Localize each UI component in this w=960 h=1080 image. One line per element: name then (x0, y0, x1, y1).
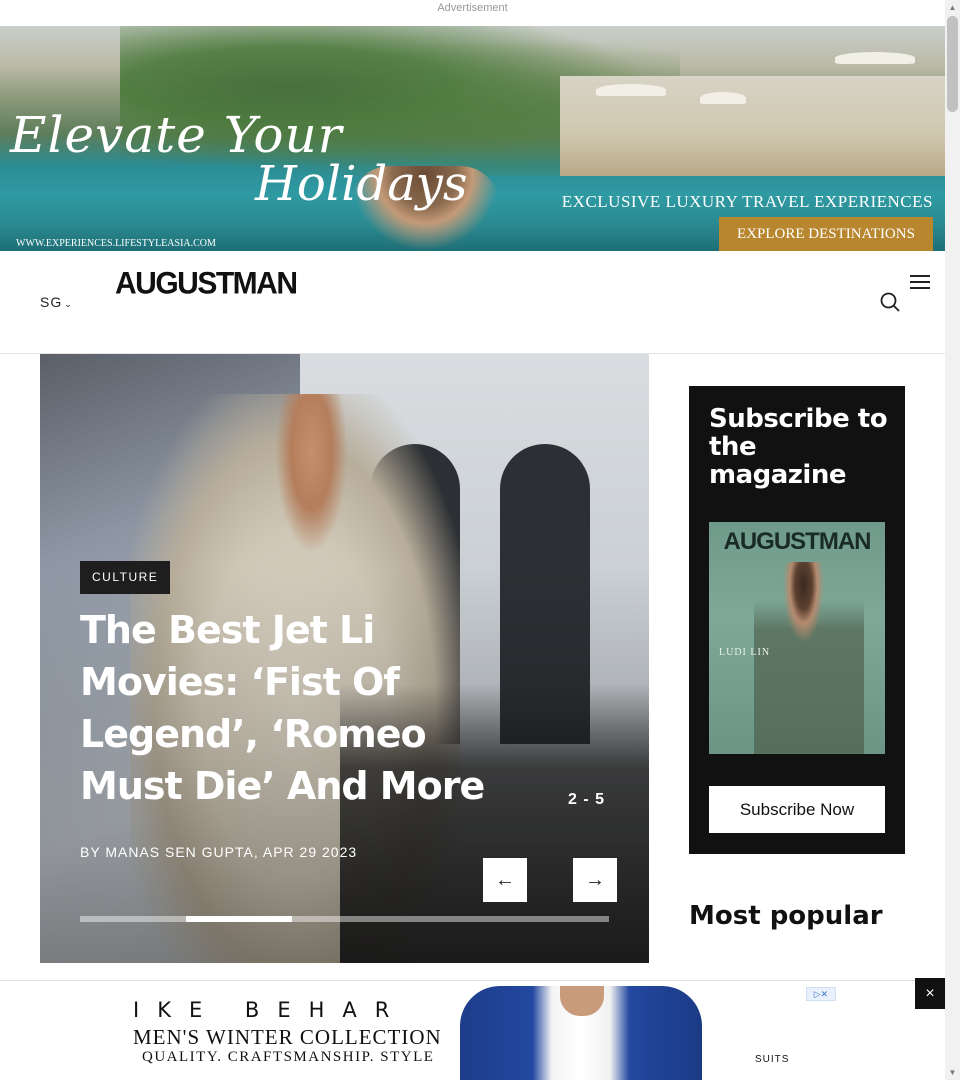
page: Advertisement Elevate Your Holidays EXCL… (0, 0, 960, 1080)
region-selector[interactable]: SG ⌄ (40, 294, 73, 310)
umbrella-icon (700, 92, 746, 104)
umbrella-icon (835, 52, 915, 64)
scroll-up-arrow-icon[interactable]: ▲ (948, 3, 957, 12)
slide-counter: 2 - 5 (568, 791, 606, 808)
ad-brand: IKE BEHAR (133, 998, 408, 1022)
ad-script-line2: Holidays (255, 156, 468, 212)
close-icon: × (925, 985, 935, 1002)
ad-url: WWW.EXPERIENCES.LIFESTYLEASIA.COM (16, 238, 216, 249)
bottom-banner-ad[interactable]: IKE BEHAR MEN'S WINTER COLLECTION QUALIT… (0, 980, 945, 1080)
subscribe-widget: Subscribe to the magazine AUGUSTMAN LUDI… (689, 386, 905, 854)
hero-byline: BY MANAS SEN GUPTA, APR 29 2023 (80, 844, 358, 860)
most-popular-heading: Most popular (689, 901, 883, 931)
site-header: SG ⌄ AUGUSTMAN (0, 251, 945, 354)
top-banner-ad[interactable]: Elevate Your Holidays EXCLUSIVE LUXURY T… (0, 26, 945, 251)
hamburger-menu-icon[interactable] (910, 275, 930, 289)
region-label: SG (40, 294, 63, 310)
explore-destinations-button[interactable]: EXPLORE DESTINATIONS (719, 217, 933, 251)
cover-masthead: AUGUSTMAN (723, 528, 872, 555)
arrow-left-icon: ← (495, 869, 515, 891)
suits-link[interactable]: SUITS (755, 1054, 789, 1065)
ad-model-neck (560, 986, 604, 1016)
scrollbar-thumb[interactable] (947, 16, 958, 112)
category-tag[interactable]: CULTURE (80, 561, 171, 594)
slide-progress-bar (80, 916, 609, 922)
scrollbar[interactable]: ▲ ▼ (945, 0, 960, 1080)
next-slide-button[interactable]: → (573, 858, 617, 902)
adchoices-icon[interactable]: ▷✕ (806, 987, 836, 1001)
cover-model-image (754, 562, 864, 754)
scroll-down-arrow-icon[interactable]: ▼ (948, 1068, 957, 1077)
ad-subline: QUALITY. CRAFTSMANSHIP. STYLE (142, 1049, 435, 1065)
site-logo[interactable]: AUGUSTMAN (115, 266, 298, 302)
subscribe-title: Subscribe to the magazine (709, 404, 888, 490)
slide-progress-fill (185, 916, 292, 922)
chevron-down-icon: ⌄ (64, 299, 73, 309)
ad-tagline: EXCLUSIVE LUXURY TRAVEL EXPERIENCES (561, 192, 933, 211)
close-ad-button[interactable]: × (915, 978, 945, 1009)
advertisement-label: Advertisement (437, 2, 508, 14)
umbrella-icon (596, 84, 666, 96)
ad-model-image (460, 986, 702, 1080)
prev-slide-button[interactable]: ← (483, 858, 527, 902)
search-icon[interactable] (880, 292, 900, 312)
ad-headline: MEN'S WINTER COLLECTION (133, 1025, 442, 1049)
cover-name: LUDI LIN (719, 647, 771, 658)
hero-slider[interactable]: CULTURE The Best Jet Li Movies: ‘Fist Of… (40, 354, 649, 963)
hero-title[interactable]: The Best Jet Li Movies: ‘Fist Of Legend’… (80, 604, 500, 812)
arrow-right-icon: → (585, 869, 605, 891)
subscribe-now-button[interactable]: Subscribe Now (709, 786, 885, 833)
magazine-cover[interactable]: AUGUSTMAN LUDI LIN (709, 522, 885, 754)
